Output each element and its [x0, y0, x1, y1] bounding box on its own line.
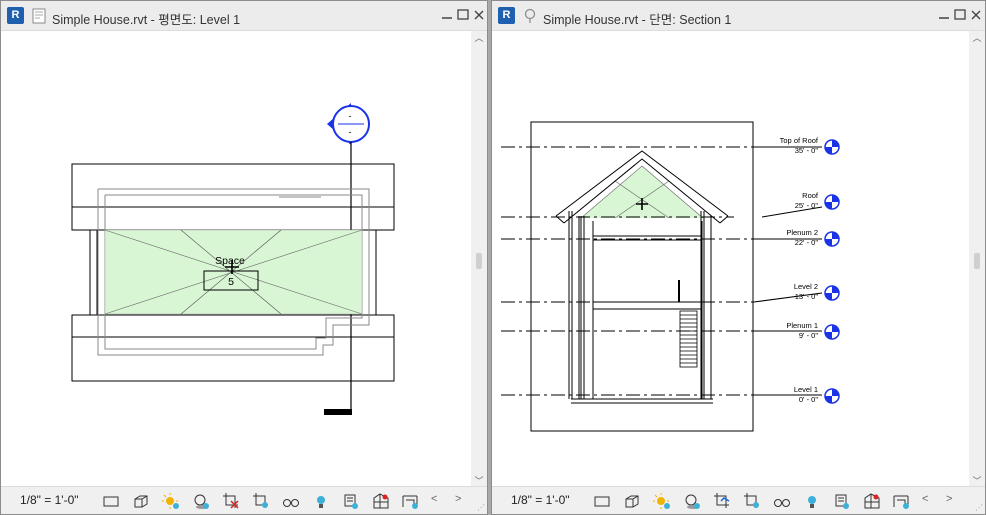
reveal-hidden-icon[interactable]: [312, 492, 330, 510]
revit-app-icon: R: [498, 7, 515, 24]
view-title: Simple House.rvt - 평면도: Level 1: [52, 13, 241, 27]
view-title: Simple House.rvt - 단면: Section 1: [543, 13, 732, 27]
temporary-view-properties-icon[interactable]: [342, 492, 360, 510]
temporary-hide-icon[interactable]: [282, 492, 300, 510]
visual-style-icon[interactable]: [132, 492, 150, 510]
sun-path-icon[interactable]: [653, 492, 671, 510]
maximize-button[interactable]: [953, 8, 967, 22]
elevation-marker-label: -: [349, 111, 352, 121]
space-room[interactable]: Space 5: [104, 229, 363, 315]
resize-grip-icon[interactable]: ⋰: [477, 503, 485, 512]
scroll-left-icon[interactable]: <: [431, 493, 437, 505]
temporary-view-properties-icon[interactable]: [833, 492, 851, 510]
svg-text:9' - 0": 9' - 0": [799, 331, 818, 340]
show-crop-region-icon[interactable]: [743, 492, 761, 510]
scroll-up-icon[interactable]: ︿: [471, 31, 487, 45]
maximize-icon: [457, 9, 469, 20]
highlight-displacement-icon[interactable]: [401, 492, 419, 510]
scroll-left-icon[interactable]: <: [922, 493, 928, 505]
close-icon: [971, 10, 981, 20]
svg-text:Level 1: Level 1: [794, 385, 818, 394]
svg-text:13' - 0": 13' - 0": [795, 292, 819, 301]
maximize-button[interactable]: [456, 8, 470, 22]
detail-level-icon[interactable]: [593, 492, 611, 510]
svg-text:0' - 0": 0' - 0": [799, 395, 818, 404]
highlight-displacement-icon[interactable]: [892, 492, 910, 510]
section-canvas[interactable]: Top of Roof 35' - 0" Roof 25' - 0" Plenu…: [492, 31, 969, 488]
resize-grip-icon[interactable]: ⋰: [975, 503, 983, 512]
shadows-icon[interactable]: [192, 492, 210, 510]
svg-text:Plenum 2: Plenum 2: [786, 228, 818, 237]
level-head-plenum-2[interactable]: Plenum 2 22' - 0": [786, 228, 840, 247]
maximize-icon: [954, 9, 966, 20]
detail-level-icon[interactable]: [102, 492, 120, 510]
close-icon: [474, 10, 484, 20]
vertical-scrollbar[interactable]: ︿ ﹀: [969, 31, 985, 488]
level-head-top-of-roof[interactable]: Top of Roof 35' - 0": [780, 136, 840, 155]
show-crop-region-icon[interactable]: [252, 492, 270, 510]
svg-text:Level 2: Level 2: [794, 282, 818, 291]
minimize-icon: [939, 17, 949, 19]
minimize-button[interactable]: [440, 8, 454, 22]
temporary-hide-icon[interactable]: [773, 492, 791, 510]
svg-text:Top of Roof: Top of Roof: [780, 136, 819, 145]
space-name-label: Space: [215, 255, 245, 267]
svg-text:35' - 0": 35' - 0": [795, 146, 819, 155]
crop-view-icon[interactable]: [713, 492, 731, 510]
floor-plan-view-icon: [32, 8, 46, 24]
svg-text:Roof: Roof: [802, 191, 819, 200]
close-button[interactable]: [969, 8, 983, 22]
scroll-thumb[interactable]: [476, 253, 482, 269]
visual-style-icon[interactable]: [623, 492, 641, 510]
svg-text:25' - 0": 25' - 0": [795, 201, 819, 210]
section-view-window[interactable]: R Simple House.rvt - 단면: Section 1 Top o…: [491, 0, 986, 515]
scale-selector[interactable]: 1/8" = 1'-0": [511, 493, 570, 507]
level-head-level-1[interactable]: Level 1 0' - 0": [794, 385, 840, 404]
title-bar[interactable]: R Simple House.rvt - 평면도: Level 1: [1, 1, 487, 31]
scale-selector[interactable]: 1/8" = 1'-0": [20, 493, 79, 507]
svg-text:-: -: [349, 127, 352, 137]
svg-text:22' - 0": 22' - 0": [795, 238, 819, 247]
title-bar[interactable]: R Simple House.rvt - 단면: Section 1: [492, 1, 985, 31]
analytical-model-icon[interactable]: [863, 492, 881, 510]
analytical-model-icon[interactable]: [372, 492, 390, 510]
level-head-level-2[interactable]: Level 2 13' - 0": [794, 282, 840, 301]
scroll-right-icon[interactable]: >: [946, 493, 952, 505]
view-control-bar: 1/8" = 1'-0" < > ⋰: [492, 486, 985, 514]
sun-path-icon[interactable]: [162, 492, 180, 510]
revit-app-icon: R: [7, 7, 24, 24]
space-number-label: 5: [228, 276, 234, 288]
minimize-icon: [442, 17, 452, 19]
section-building: [555, 150, 729, 404]
crop-view-icon[interactable]: [222, 492, 240, 510]
reveal-hidden-icon[interactable]: [803, 492, 821, 510]
shadows-icon[interactable]: [683, 492, 701, 510]
scroll-thumb[interactable]: [974, 253, 980, 269]
level-head-roof[interactable]: Roof 25' - 0": [795, 191, 840, 210]
floor-plan-view-window[interactable]: R Simple House.rvt - 평면도: Level 1 - - Sp…: [0, 0, 488, 515]
close-button[interactable]: [472, 8, 486, 22]
scroll-right-icon[interactable]: >: [455, 493, 461, 505]
minimize-button[interactable]: [937, 8, 951, 22]
vertical-scrollbar[interactable]: ︿ ﹀: [471, 31, 487, 488]
floor-plan-canvas[interactable]: - - Space 5: [1, 31, 471, 488]
svg-text:Plenum 1: Plenum 1: [786, 321, 818, 330]
view-control-bar: 1/8" = 1'-0" < > ⋰: [1, 486, 487, 514]
section-view-icon: [524, 8, 536, 23]
scroll-up-icon[interactable]: ︿: [969, 31, 985, 45]
